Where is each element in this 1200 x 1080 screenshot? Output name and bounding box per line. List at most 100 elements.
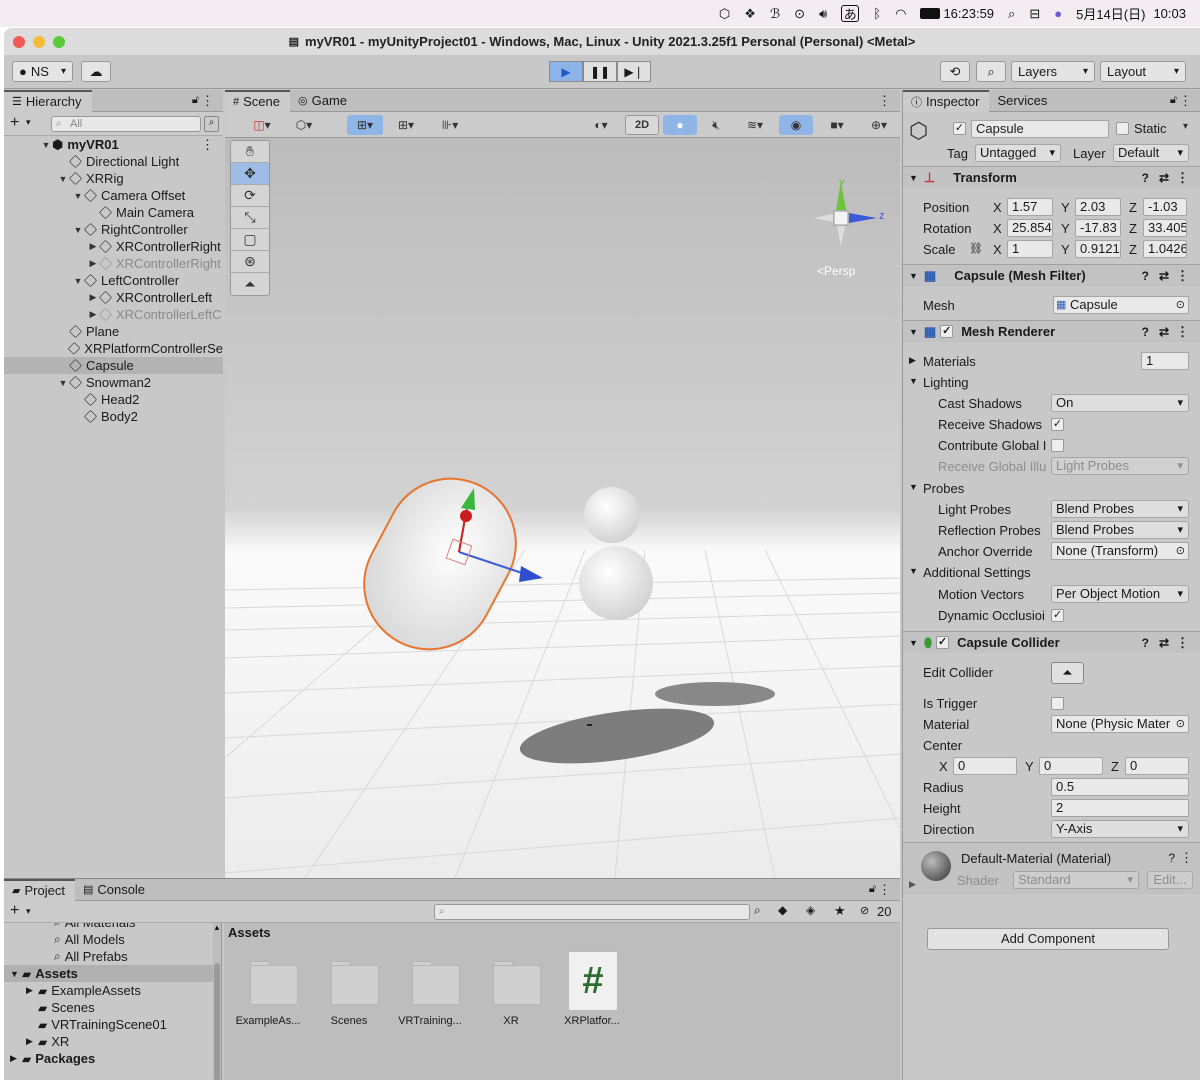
materials-count-field[interactable]: 1 <box>1141 352 1189 370</box>
anchor-override-field[interactable]: None (Transform) ⊙ <box>1051 542 1189 560</box>
expand-material-arrow[interactable]: ▶ <box>909 879 916 890</box>
project-folder-item[interactable]: ▰ Scenes <box>4 999 214 1016</box>
hierarchy-item[interactable]: ▶ XRControllerLeftC <box>4 306 223 323</box>
expand-arrow-icon[interactable]: ▼ <box>72 276 84 286</box>
collapse-arrow-icon[interactable]: ▶ <box>87 241 99 252</box>
tag-dropdown[interactable]: Untagged <box>975 144 1061 162</box>
pos-z-field[interactable]: -1.03 <box>1143 198 1187 216</box>
hand-tool-button[interactable]: ✋︎ <box>231 141 269 163</box>
hierarchy-item[interactable]: Head2 <box>4 391 223 408</box>
expand-probes-arrow[interactable]: ▼ <box>909 482 918 492</box>
object-name-input[interactable]: Capsule <box>971 120 1109 138</box>
hidden-packages-icon[interactable]: ⊘ <box>860 904 869 917</box>
layer-dropdown[interactable]: Default <box>1113 144 1189 162</box>
tab-inspector[interactable]: ⓘ Inspector <box>903 89 990 112</box>
tab-services[interactable]: Services <box>989 90 1057 112</box>
saved-search-item[interactable]: ⌕ All Prefabs <box>4 948 214 965</box>
chevron-down-icon[interactable]: ▾ <box>1183 121 1188 132</box>
gizmos-dropdown[interactable]: ⊕ ▾ <box>861 115 897 135</box>
tool-settings-dropdown[interactable]: ◫ ▾ <box>245 115 279 135</box>
cloud-button[interactable]: ☁ <box>81 61 111 82</box>
perspective-label[interactable]: <Persp <box>817 264 855 278</box>
help-icon[interactable]: ? <box>1168 851 1175 865</box>
help-icon[interactable]: ? <box>1142 171 1149 185</box>
preset-icon[interactable]: ⇄ <box>1159 269 1169 283</box>
meshrenderer-header[interactable]: ▼ ▦ ✓ Mesh Renderer ? ⇄ ⋮ <box>903 320 1200 342</box>
axis-y-label[interactable]: Y <box>1025 759 1034 774</box>
hierarchy-item[interactable]: Main Camera <box>4 204 223 221</box>
saved-search-item[interactable]: ⌕ All Materials <box>4 923 214 931</box>
hierarchy-item[interactable]: ▶ XRControllerRight <box>4 238 223 255</box>
scale-z-field[interactable]: 1.0426 <box>1143 240 1187 258</box>
hierarchy-item[interactable]: ▼ Snowman2 <box>4 374 223 391</box>
expand-arrow-icon[interactable]: ▶ <box>10 1053 22 1064</box>
axis-x-label[interactable]: X <box>993 221 1002 236</box>
expand-arrow-icon[interactable]: ▼ <box>72 191 84 201</box>
pos-x-field[interactable]: 1.57 <box>1007 198 1053 216</box>
help-icon[interactable]: ? <box>1142 269 1149 283</box>
expand-arrow-icon[interactable]: ▼ <box>72 225 84 235</box>
add-icon[interactable]: + <box>10 902 19 920</box>
hierarchy-scene-root[interactable]: ▼ ⬢ myVR01 ⋮ <box>4 136 223 153</box>
kebab-menu-icon[interactable]: ⋮ <box>1176 635 1189 651</box>
hierarchy-search-input[interactable]: ⌕ All <box>51 116 201 132</box>
probes-label[interactable]: Probes <box>923 481 964 496</box>
hierarchy-item[interactable]: XRPlatformControllerSe <box>4 340 223 357</box>
scrollbar-thumb[interactable] <box>214 963 220 1080</box>
help-icon[interactable]: ? <box>1142 325 1149 339</box>
siri-icon[interactable]: ● <box>1054 0 1062 27</box>
axis-z-label[interactable]: Z <box>1111 759 1119 774</box>
collider-enabled-checkbox[interactable]: ✓ <box>936 636 950 649</box>
hierarchy-item[interactable]: Capsule <box>4 357 223 374</box>
kebab-menu-icon[interactable]: ⋮ <box>1176 324 1189 340</box>
axis-x-label[interactable]: X <box>993 200 1002 215</box>
axis-z-label[interactable]: Z <box>1129 221 1137 236</box>
play-circle-icon[interactable]: ⊙ <box>794 0 805 27</box>
pos-y-field[interactable]: 2.03 <box>1075 198 1121 216</box>
collapse-arrow-icon[interactable]: ▶ <box>87 292 99 303</box>
scale-y-field[interactable]: 0.9121 <box>1075 240 1121 258</box>
chevron-down-icon[interactable]: ▾ <box>26 906 31 917</box>
materials-label[interactable]: Materials <box>923 354 976 369</box>
kebab-menu-icon[interactable]: ⋮ <box>201 137 214 153</box>
dropbox-icon[interactable]: ❖ <box>744 0 756 27</box>
hierarchy-item[interactable]: ▶ XRControllerRight <box>4 255 223 272</box>
expand-arrow-icon[interactable]: ▼ <box>57 378 69 388</box>
expand-arrow-icon[interactable]: ▼ <box>10 969 22 979</box>
scale-tool-button[interactable]: ⤡ <box>231 207 269 229</box>
rect-tool-button[interactable]: ▢ <box>231 229 269 251</box>
transform-tool-button[interactable]: ⊛ <box>231 251 269 273</box>
object-picker-icon[interactable]: ⊙ <box>1176 716 1185 732</box>
transform-header[interactable]: ▼ ⊥ Transform ? ⇄ ⋮ <box>903 166 1200 188</box>
kebab-menu-icon[interactable]: ⋮ <box>1180 850 1193 866</box>
layout-dropdown[interactable]: Layout ▾ <box>1100 61 1186 82</box>
close-button[interactable] <box>13 36 25 48</box>
scene-viewport[interactable]: y z <Persp ✋︎ ✥ ⟳ ⤡ ▢ ⊛ ⏶ <box>225 138 900 878</box>
layers-dropdown[interactable]: Layers ▾ <box>1011 61 1095 82</box>
axis-x-label[interactable]: X <box>939 759 948 774</box>
tab-hierarchy[interactable]: ☰ Hierarchy <box>4 89 92 112</box>
play-button[interactable]: ▶ <box>549 61 583 82</box>
toggle-2d-button[interactable]: 2D <box>625 115 659 135</box>
pause-button[interactable]: ❚❚ <box>583 61 617 82</box>
unity-status-icon[interactable]: ⬡ <box>719 0 730 27</box>
shader-dropdown[interactable]: Standard <box>1013 871 1139 889</box>
reflection-probes-dropdown[interactable]: Blend Probes <box>1051 521 1189 539</box>
menubar-date[interactable]: 5月14日(日) <box>1076 0 1145 27</box>
audio-toggle[interactable]: 🔇︎ <box>701 115 731 135</box>
shader-edit-button[interactable]: Edit... <box>1147 871 1193 889</box>
expand-arrow-icon[interactable]: ▶ <box>26 985 38 996</box>
component-tools-dropdown[interactable]: ⬡ ▾ <box>285 115 323 135</box>
asset-item[interactable]: VRTraining... <box>390 951 470 1041</box>
meshfilter-header[interactable]: ▼ ▦ Capsule (Mesh Filter) ? ⇄ ⋮ <box>903 264 1200 286</box>
chevron-down-icon[interactable]: ▾ <box>26 117 31 128</box>
account-dropdown[interactable]: ● NS ▾ <box>12 61 73 82</box>
draw-mode-dropdown[interactable]: ◐ ▾ <box>581 115 621 135</box>
light-probes-dropdown[interactable]: Blend Probes <box>1051 500 1189 518</box>
axis-z-label[interactable]: Z <box>1129 242 1137 257</box>
effects-dropdown[interactable]: ≋ ▾ <box>735 115 775 135</box>
additional-settings-label[interactable]: Additional Settings <box>923 565 1031 580</box>
add-component-button[interactable]: Add Component <box>927 928 1169 950</box>
undo-history-button[interactable]: ⟲ <box>940 61 970 82</box>
tab-console[interactable]: ▤ Console <box>75 879 155 901</box>
